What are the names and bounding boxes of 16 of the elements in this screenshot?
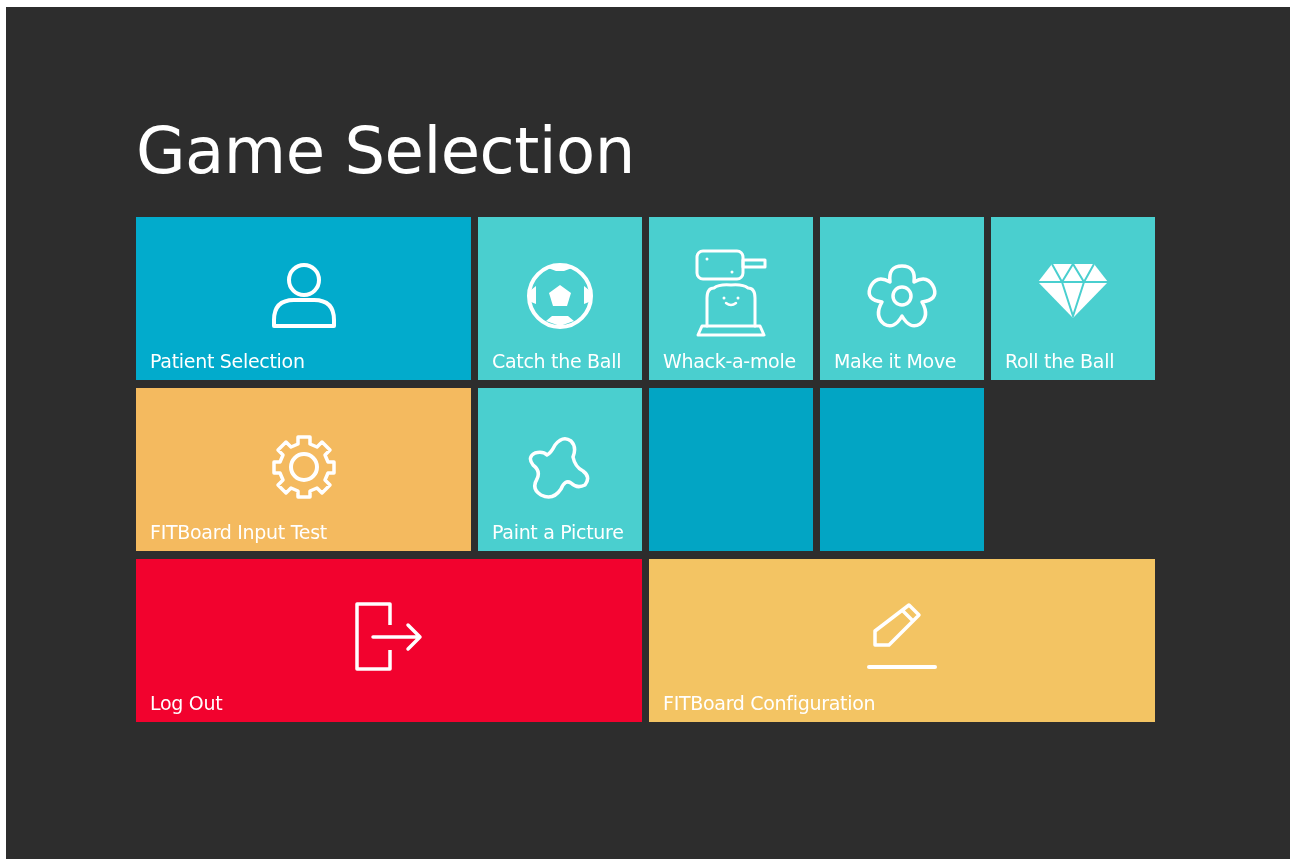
game-tile[interactable]: Patient Selection	[136, 217, 471, 380]
game-tile[interactable]: FITBoard Configuration	[649, 559, 1155, 722]
game-tile[interactable]: Catch the Ball	[478, 217, 642, 380]
game-tile[interactable]: Whack-a-mole	[649, 217, 813, 380]
soccer-ball-icon	[526, 262, 594, 330]
gear-icon	[269, 433, 338, 501]
exit-door-icon	[354, 601, 424, 671]
diamond-icon	[1036, 262, 1110, 320]
game-tile[interactable]: Make it Move	[820, 217, 984, 380]
person-icon	[269, 262, 338, 330]
game-tile[interactable]: Paint a Picture	[478, 388, 642, 551]
pencil-icon	[867, 601, 937, 671]
game-tile[interactable]: FITBoard Input Test	[136, 388, 471, 551]
page-title: Game Selection	[136, 119, 636, 183]
game-tile[interactable]: Roll the Ball	[991, 217, 1155, 380]
game-tile[interactable]: Log Out	[136, 559, 642, 722]
